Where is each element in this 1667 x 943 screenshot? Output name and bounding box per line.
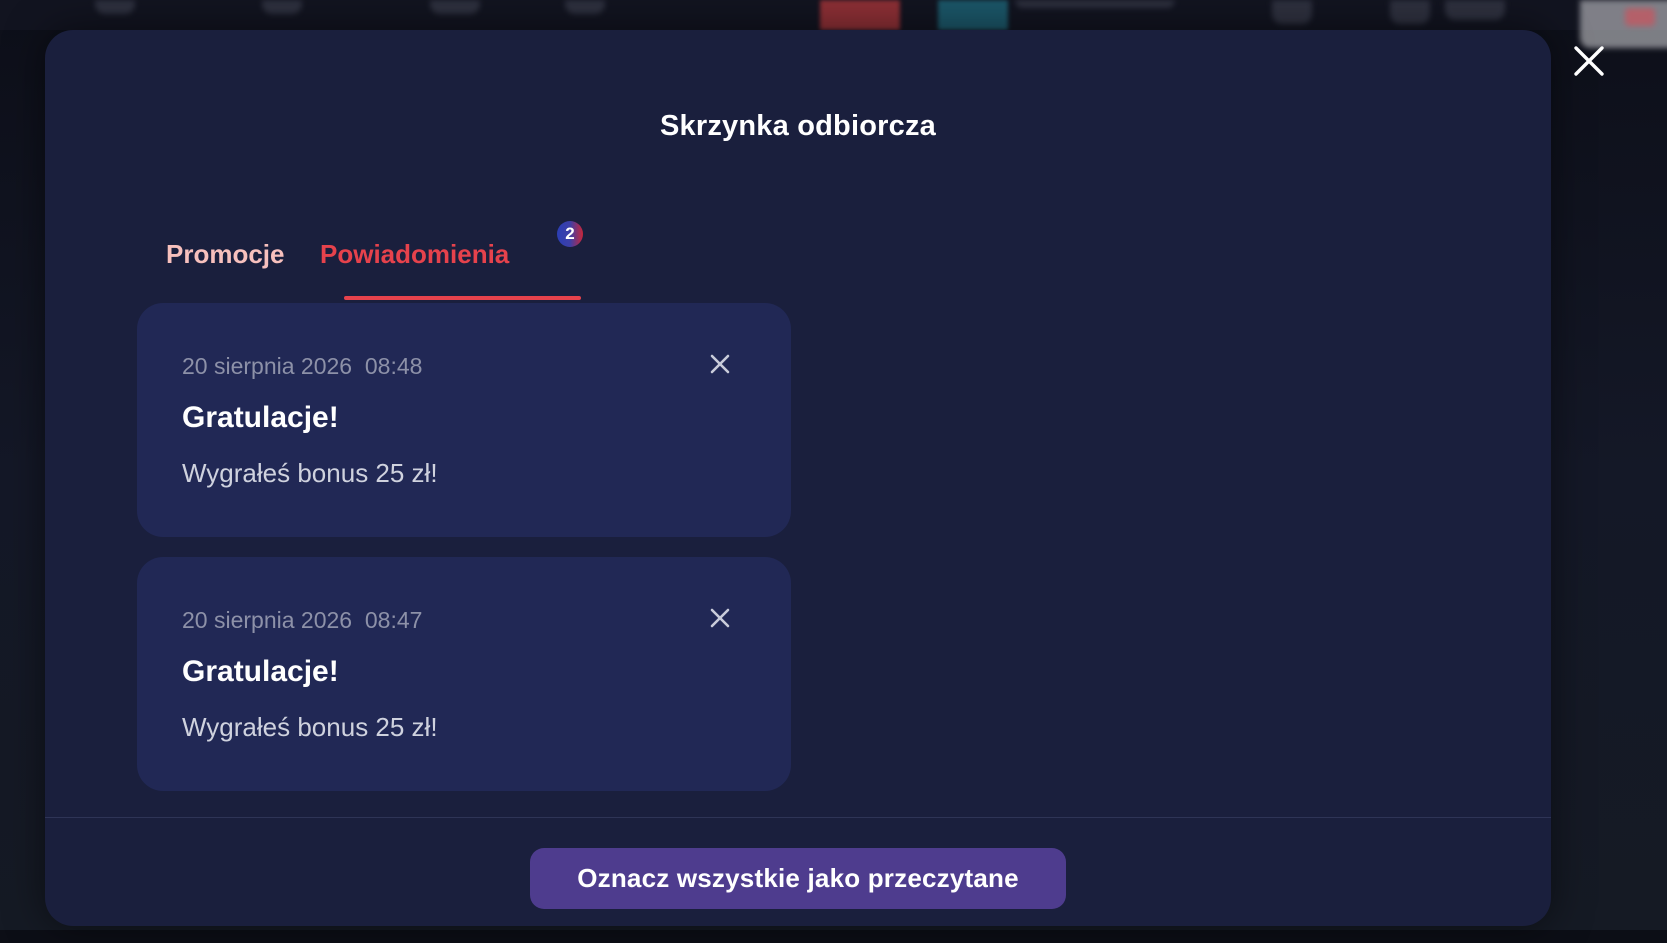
close-icon <box>710 354 730 374</box>
notification-time: 08:47 <box>364 607 423 633</box>
close-modal-button[interactable] <box>1572 44 1606 78</box>
tab-promocje[interactable]: Promocje <box>166 239 285 270</box>
background-thumbnail <box>938 0 1008 30</box>
background-nav-blur <box>262 0 302 14</box>
background-nav-blur <box>1015 0 1175 8</box>
notification-card: 20 sierpnia 2026 08:48 Gratulacje! Wygra… <box>137 303 791 537</box>
notification-card: 20 sierpnia 2026 08:47 Gratulacje! Wygra… <box>137 557 791 791</box>
background-nav-blur <box>1390 0 1430 24</box>
notification-date: 20 sierpnia 2026 <box>182 353 353 379</box>
background-nav-blur <box>430 0 480 14</box>
tab-bar: Promocje Powiadomienia 2 <box>155 210 655 300</box>
background-nav-blur <box>95 0 135 14</box>
close-icon <box>1574 46 1604 76</box>
tab-powiadomienia[interactable]: Powiadomienia <box>320 239 509 270</box>
notification-date: 20 sierpnia 2026 <box>182 607 353 633</box>
close-icon <box>710 608 730 628</box>
background-thumbnail <box>820 0 900 30</box>
screen: Skrzynka odbiorcza Promocje Powiadomieni… <box>0 0 1667 943</box>
inbox-modal: Skrzynka odbiorcza Promocje Powiadomieni… <box>45 30 1551 926</box>
background-top-bar <box>0 0 1667 30</box>
background-nav-blur <box>1445 0 1505 20</box>
unread-count-badge: 2 <box>557 221 583 247</box>
modal-title: Skrzynka odbiorcza <box>660 110 936 142</box>
active-tab-indicator <box>344 296 581 300</box>
notification-timestamp: 20 sierpnia 2026 08:48 <box>182 353 422 380</box>
footer-divider <box>45 817 1551 818</box>
notification-message: Wygrałeś bonus 25 zł! <box>182 458 438 488</box>
background-bottom-bar <box>0 930 1667 943</box>
notification-time: 08:48 <box>364 353 423 379</box>
background-nav-blur <box>565 0 605 14</box>
dismiss-notification-button[interactable] <box>707 351 733 377</box>
background-nav-blur <box>1272 0 1312 24</box>
notification-title: Gratulacje! <box>182 401 339 434</box>
background-button-blur <box>1625 8 1655 26</box>
mark-all-read-button[interactable]: Oznacz wszystkie jako przeczytane <box>530 848 1066 909</box>
notification-title: Gratulacje! <box>182 655 339 688</box>
notification-timestamp: 20 sierpnia 2026 08:47 <box>182 607 422 634</box>
dismiss-notification-button[interactable] <box>707 605 733 631</box>
notification-message: Wygrałeś bonus 25 zł! <box>182 712 438 742</box>
